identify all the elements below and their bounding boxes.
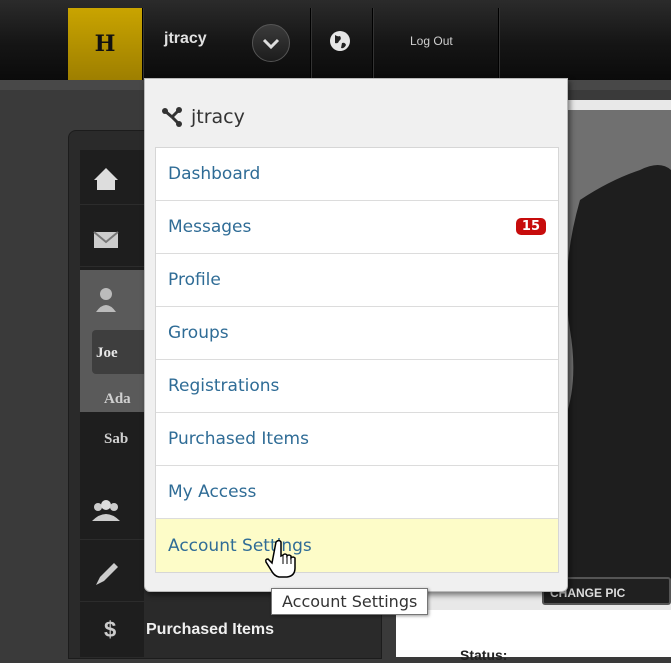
menu-item-label: Groups xyxy=(168,323,229,343)
divider xyxy=(142,8,143,80)
dropdown-title: jtracy xyxy=(191,106,245,128)
menu-item-label: Registrations xyxy=(168,376,280,396)
menu-item-label: Dashboard xyxy=(168,164,261,184)
user-dropdown-menu: jtracy Dashboard Messages 15 Profile Grou… xyxy=(144,78,568,592)
site-logo[interactable]: H xyxy=(68,8,142,80)
dropdown-list: Dashboard Messages 15 Profile Groups Regi… xyxy=(155,147,559,573)
sidebar-subitem-joe[interactable]: Joe xyxy=(96,345,118,362)
logout-link[interactable]: Log Out xyxy=(410,34,453,48)
group-icon xyxy=(92,500,120,521)
sidebar-item-home[interactable] xyxy=(80,150,144,205)
menu-item-dashboard[interactable]: Dashboard xyxy=(156,148,558,201)
menu-item-label: My Access xyxy=(168,482,257,502)
sidebar-item-groups[interactable] xyxy=(80,485,144,540)
hand-cursor-icon xyxy=(265,539,296,578)
status-panel xyxy=(396,610,671,657)
menu-item-label: Purchased Items xyxy=(168,429,309,449)
menu-item-my-access[interactable]: My Access xyxy=(156,466,558,519)
sidebar-subitem-sab[interactable]: Sab xyxy=(104,431,128,448)
menu-item-messages[interactable]: Messages 15 xyxy=(156,201,558,254)
divider xyxy=(310,8,311,80)
username-link[interactable]: jtracy xyxy=(164,30,207,48)
tooltip: Account Settings xyxy=(271,588,429,615)
menu-item-purchased-items[interactable]: Purchased Items xyxy=(156,413,558,466)
status-label: Status: xyxy=(460,647,508,663)
network-icon xyxy=(162,107,182,127)
dollar-icon: $ xyxy=(104,617,117,642)
user-icon xyxy=(96,288,116,312)
envelope-icon xyxy=(93,231,119,248)
dropdown-header: jtracy xyxy=(161,103,245,131)
unread-count-badge: 15 xyxy=(515,218,546,235)
menu-item-account-settings[interactable]: Account Settings xyxy=(156,519,558,572)
sidebar-subitem-ada[interactable]: Ada xyxy=(104,391,131,408)
divider xyxy=(372,8,373,80)
home-icon xyxy=(94,168,118,190)
user-menu-toggle-button[interactable] xyxy=(252,24,290,62)
sidebar-item-purchased-items[interactable]: Purchased Items xyxy=(146,621,274,639)
divider xyxy=(498,8,499,80)
sidebar-item-messages[interactable] xyxy=(80,212,144,267)
menu-item-profile[interactable]: Profile xyxy=(156,254,558,307)
profile-silhouette xyxy=(560,110,671,580)
menu-item-registrations[interactable]: Registrations xyxy=(156,360,558,413)
menu-item-label: Profile xyxy=(168,270,221,290)
profile-photo xyxy=(560,110,671,580)
menu-item-groups[interactable]: Groups xyxy=(156,307,558,360)
pencil-icon xyxy=(96,563,118,585)
sidebar-item-registrations[interactable] xyxy=(80,547,144,602)
globe-icon[interactable] xyxy=(329,30,351,52)
chevron-down-icon xyxy=(262,38,280,50)
menu-item-label: Messages xyxy=(168,217,252,237)
